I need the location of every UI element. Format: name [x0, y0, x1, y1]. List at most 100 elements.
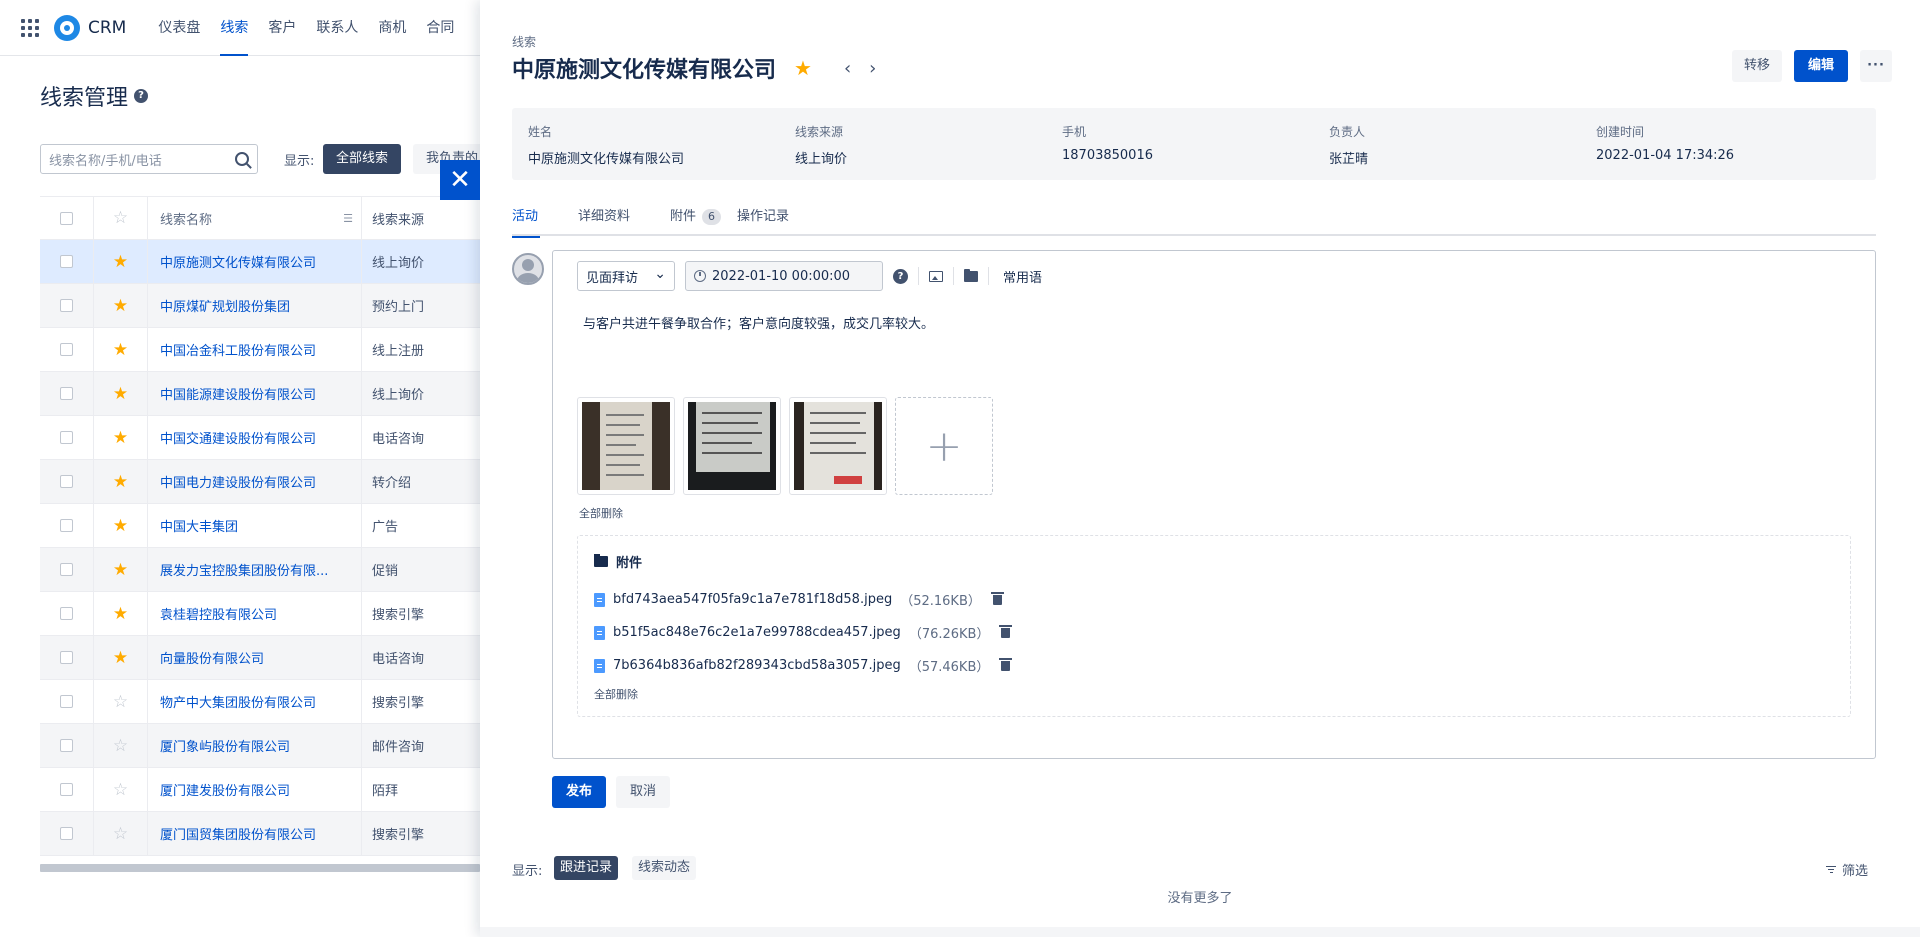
- row-checkbox[interactable]: [60, 387, 73, 400]
- more-options-button[interactable]: ···: [1860, 50, 1892, 82]
- table-row[interactable]: ☆ 厦门象屿股份有限公司 邮件咨询: [40, 724, 480, 768]
- trash-icon[interactable]: [999, 624, 1013, 638]
- star-icon[interactable]: ☆: [113, 692, 128, 712]
- lead-name-link[interactable]: 展发力宝控股集团股份有限...: [148, 548, 362, 591]
- row-checkbox[interactable]: [60, 651, 73, 664]
- star-icon[interactable]: ★: [113, 560, 128, 580]
- search-input[interactable]: 线索名称/手机/电话: [40, 144, 258, 174]
- trash-icon[interactable]: [999, 657, 1013, 671]
- nav-item-leads[interactable]: 线索: [210, 0, 258, 56]
- delete-all-images-link[interactable]: 全部删除: [579, 505, 623, 521]
- activity-datetime-input[interactable]: 2022-01-10 00:00:00: [685, 261, 883, 291]
- row-checkbox[interactable]: [60, 299, 73, 312]
- table-row[interactable]: ★ 展发力宝控股集团股份有限... 促销: [40, 548, 480, 592]
- row-checkbox[interactable]: [60, 431, 73, 444]
- lead-name-link[interactable]: 中国电力建设股份有限公司: [148, 460, 362, 503]
- table-row[interactable]: ★ 中国交通建设股份有限公司 电话咨询: [40, 416, 480, 460]
- table-row[interactable]: ★ 中国大丰集团 广告: [40, 504, 480, 548]
- help-icon[interactable]: ?: [134, 89, 149, 103]
- lead-name-link[interactable]: 厦门建发股份有限公司: [148, 768, 362, 811]
- file-name[interactable]: b51f5ac848e76c2e1a7e99788cdea457.jpeg: [613, 625, 901, 640]
- lead-name-link[interactable]: 厦门国贸集团股份有限公司: [148, 812, 362, 855]
- lead-name-link[interactable]: 中国冶金科工股份有限公司: [148, 328, 362, 371]
- table-row[interactable]: ★ 中原施测文化传媒有限公司 线上询价: [40, 240, 480, 284]
- row-checkbox[interactable]: [60, 255, 73, 268]
- row-checkbox[interactable]: [60, 695, 73, 708]
- nav-item-dashboard[interactable]: 仪表盘: [148, 0, 210, 56]
- star-icon[interactable]: ☆: [113, 824, 128, 844]
- nav-item-customers[interactable]: 客户: [258, 0, 306, 56]
- table-row[interactable]: ☆ 物产中大集团股份有限公司 搜索引擎: [40, 680, 480, 724]
- star-icon[interactable]: ☆: [113, 736, 128, 756]
- star-icon[interactable]: ★: [113, 252, 128, 272]
- row-checkbox[interactable]: [60, 827, 73, 840]
- tab-history[interactable]: 操作记录: [737, 206, 829, 236]
- lead-name-link[interactable]: 中国交通建设股份有限公司: [148, 416, 362, 459]
- nav-item-contacts[interactable]: 联系人: [306, 0, 368, 56]
- tab-details[interactable]: 详细资料: [578, 206, 670, 236]
- nav-item-opportunities[interactable]: 商机: [368, 0, 416, 56]
- common-phrases-button[interactable]: 常用语: [999, 267, 1042, 286]
- help-icon[interactable]: ?: [893, 268, 908, 284]
- row-checkbox[interactable]: [60, 783, 73, 796]
- file-name[interactable]: 7b6364b836afb82f289343cbd58a3057.jpeg: [613, 658, 901, 673]
- breadcrumb[interactable]: 线索: [512, 33, 536, 50]
- star-icon[interactable]: ★: [113, 340, 128, 360]
- star-icon[interactable]: ★: [113, 604, 128, 624]
- star-header-icon[interactable]: ☆: [113, 208, 128, 228]
- row-checkbox[interactable]: [60, 519, 73, 532]
- horizontal-scrollbar[interactable]: [40, 864, 480, 872]
- image-thumbnail[interactable]: [683, 397, 781, 495]
- table-row[interactable]: ★ 中原煤矿规划股份集团 预约上门: [40, 284, 480, 328]
- lead-name-link[interactable]: 袁桂碧控股有限公司: [148, 592, 362, 635]
- file-name[interactable]: bfd743aea547f05fa9c1a7e781f18d58.jpeg: [613, 592, 892, 607]
- activity-content-textarea[interactable]: 与客户共进午餐争取合作；客户意向度较强，成交几率较大。: [583, 313, 934, 332]
- lead-name-link[interactable]: 物产中大集团股份有限公司: [148, 680, 362, 723]
- trash-icon[interactable]: [990, 591, 1004, 605]
- publish-button[interactable]: 发布: [552, 776, 606, 808]
- lead-name-link[interactable]: 向量股份有限公司: [148, 636, 362, 679]
- row-checkbox[interactable]: [60, 739, 73, 752]
- add-image-button[interactable]: +: [895, 397, 993, 495]
- folder-icon[interactable]: [964, 268, 978, 282]
- feed-lead-activity-tab[interactable]: 线索动态: [632, 856, 697, 880]
- feed-follow-up-records-tab[interactable]: 跟进记录: [554, 856, 619, 880]
- image-icon[interactable]: [929, 270, 943, 282]
- star-icon[interactable]: ★: [113, 384, 128, 404]
- favorite-star-icon[interactable]: ★: [794, 56, 812, 80]
- transfer-button[interactable]: 转移: [1732, 50, 1783, 82]
- prev-record-chevron-icon[interactable]: ‹: [844, 58, 851, 79]
- app-grid-icon[interactable]: [20, 18, 40, 38]
- table-row[interactable]: ★ 中国能源建设股份有限公司 线上询价: [40, 372, 480, 416]
- star-icon[interactable]: ★: [113, 428, 128, 448]
- tab-activity[interactable]: 活动: [512, 206, 578, 238]
- lead-name-link[interactable]: 中国大丰集团: [148, 504, 362, 547]
- star-icon[interactable]: ★: [113, 472, 128, 492]
- lead-name-link[interactable]: 厦门象屿股份有限公司: [148, 724, 362, 767]
- star-icon[interactable]: ★: [113, 296, 128, 316]
- image-thumbnail[interactable]: [789, 397, 887, 495]
- row-checkbox[interactable]: [60, 343, 73, 356]
- edit-button[interactable]: 编辑: [1794, 50, 1849, 82]
- filter-all-leads-button[interactable]: 全部线索: [323, 144, 402, 174]
- delete-all-files-link[interactable]: 全部删除: [594, 686, 638, 702]
- tab-attachments[interactable]: 附件 6: [670, 206, 737, 236]
- lead-name-link[interactable]: 中国能源建设股份有限公司: [148, 372, 362, 415]
- row-checkbox[interactable]: [60, 607, 73, 620]
- column-filter-icon[interactable]: ☰: [343, 212, 353, 225]
- table-row[interactable]: ★ 中国冶金科工股份有限公司 线上注册: [40, 328, 480, 372]
- table-row[interactable]: ☆ 厦门建发股份有限公司 陌拜: [40, 768, 480, 812]
- row-checkbox[interactable]: [60, 563, 73, 576]
- table-row[interactable]: ★ 向量股份有限公司 电话咨询: [40, 636, 480, 680]
- table-row[interactable]: ★ 袁桂碧控股有限公司 搜索引擎: [40, 592, 480, 636]
- feed-filter-button[interactable]: 筛选: [1826, 860, 1868, 879]
- activity-type-select[interactable]: 见面拜访 ⌄: [577, 261, 675, 291]
- star-icon[interactable]: ★: [113, 648, 128, 668]
- table-row[interactable]: ☆ 厦门国贸集团股份有限公司 搜索引擎: [40, 812, 480, 856]
- lead-name-link[interactable]: 中原施测文化传媒有限公司: [148, 240, 362, 283]
- table-row[interactable]: ★ 中国电力建设股份有限公司 转介绍: [40, 460, 480, 504]
- next-record-chevron-icon[interactable]: ›: [869, 58, 876, 79]
- star-icon[interactable]: ☆: [113, 780, 128, 800]
- nav-item-contracts[interactable]: 合同: [416, 0, 464, 56]
- image-thumbnail[interactable]: [577, 397, 675, 495]
